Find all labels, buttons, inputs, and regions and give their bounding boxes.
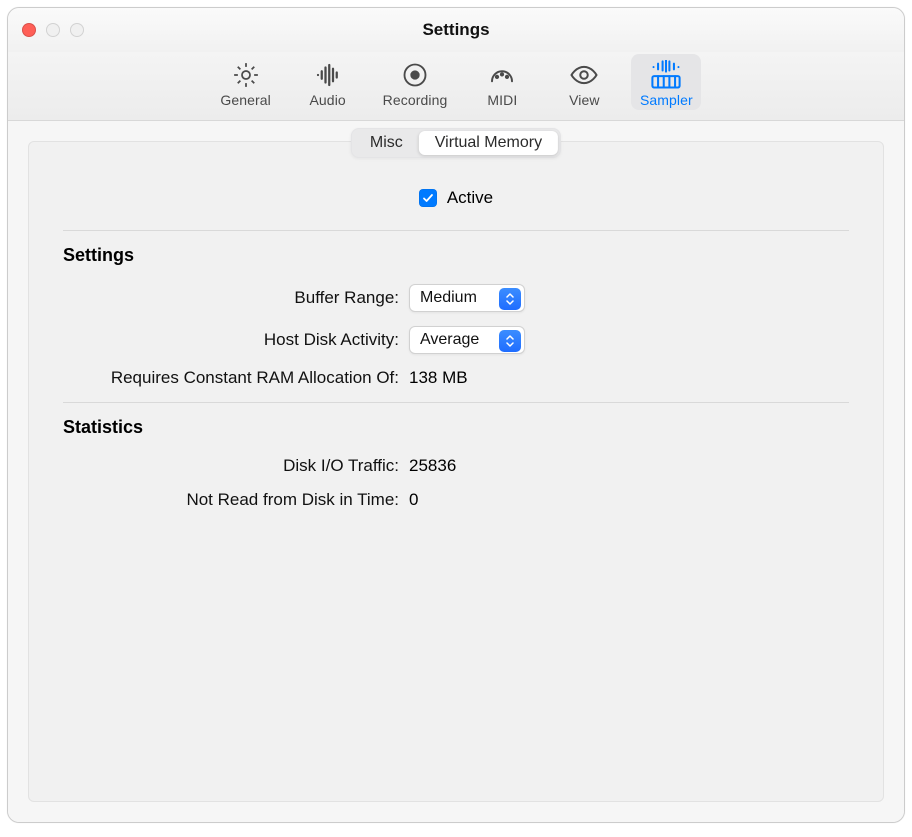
not-read-row: Not Read from Disk in Time: 0 [63, 490, 849, 510]
ram-allocation-value: 138 MB [409, 368, 468, 388]
disk-io-value: 25836 [409, 456, 456, 476]
settings-window: Settings General Audio [7, 7, 905, 823]
window-controls [22, 23, 84, 37]
section-settings-title: Settings [63, 245, 849, 266]
sampler-keyboard-icon [648, 60, 684, 90]
tab-audio-label: Audio [309, 92, 345, 108]
host-disk-activity-label: Host Disk Activity: [63, 330, 409, 350]
active-label: Active [447, 188, 493, 208]
tab-recording[interactable]: Recording [375, 54, 456, 110]
tab-general[interactable]: General [211, 54, 281, 110]
tab-midi-label: MIDI [487, 92, 517, 108]
buffer-range-label: Buffer Range: [63, 288, 409, 308]
disk-io-row: Disk I/O Traffic: 25836 [63, 456, 849, 476]
tab-audio[interactable]: Audio [293, 54, 363, 110]
tab-midi[interactable]: MIDI [467, 54, 537, 110]
midi-gauge-icon [484, 60, 520, 90]
section-statistics-title: Statistics [63, 417, 849, 438]
tab-general-label: General [220, 92, 271, 108]
tab-view[interactable]: View [549, 54, 619, 110]
select-arrows-icon [499, 288, 521, 310]
active-checkbox[interactable] [419, 189, 437, 207]
tab-sampler-label: Sampler [640, 92, 693, 108]
record-icon [397, 60, 433, 90]
gear-icon [228, 60, 264, 90]
segment-misc[interactable]: Misc [354, 131, 419, 155]
minimize-window-button[interactable] [46, 23, 60, 37]
buffer-range-row: Buffer Range: Medium [63, 284, 849, 312]
segmented-control: Misc Virtual Memory [351, 128, 561, 158]
titlebar: Settings [8, 8, 904, 52]
not-read-label: Not Read from Disk in Time: [63, 490, 409, 510]
content-frame: Misc Virtual Memory Active Settings Buff… [28, 141, 884, 802]
host-disk-activity-row: Host Disk Activity: Average [63, 326, 849, 354]
segment-virtual-memory[interactable]: Virtual Memory [419, 131, 558, 155]
settings-toolbar: General Audio Recording [8, 52, 904, 121]
buffer-range-value: Medium [420, 289, 477, 307]
content-area: Misc Virtual Memory Active Settings Buff… [8, 121, 904, 822]
separator [63, 402, 849, 403]
buffer-range-select[interactable]: Medium [409, 284, 525, 312]
select-arrows-icon [499, 330, 521, 352]
tab-view-label: View [569, 92, 600, 108]
audio-bars-icon [310, 60, 346, 90]
separator [63, 230, 849, 231]
host-disk-activity-value: Average [420, 331, 479, 349]
zoom-window-button[interactable] [70, 23, 84, 37]
ram-allocation-label: Requires Constant RAM Allocation Of: [63, 368, 409, 388]
active-row: Active [63, 188, 849, 208]
ram-allocation-row: Requires Constant RAM Allocation Of: 138… [63, 368, 849, 388]
disk-io-label: Disk I/O Traffic: [63, 456, 409, 476]
host-disk-activity-select[interactable]: Average [409, 326, 525, 354]
close-window-button[interactable] [22, 23, 36, 37]
not-read-value: 0 [409, 490, 418, 510]
window-title: Settings [8, 20, 904, 40]
tab-sampler[interactable]: Sampler [631, 54, 701, 110]
eye-icon [566, 60, 602, 90]
tab-recording-label: Recording [383, 92, 448, 108]
